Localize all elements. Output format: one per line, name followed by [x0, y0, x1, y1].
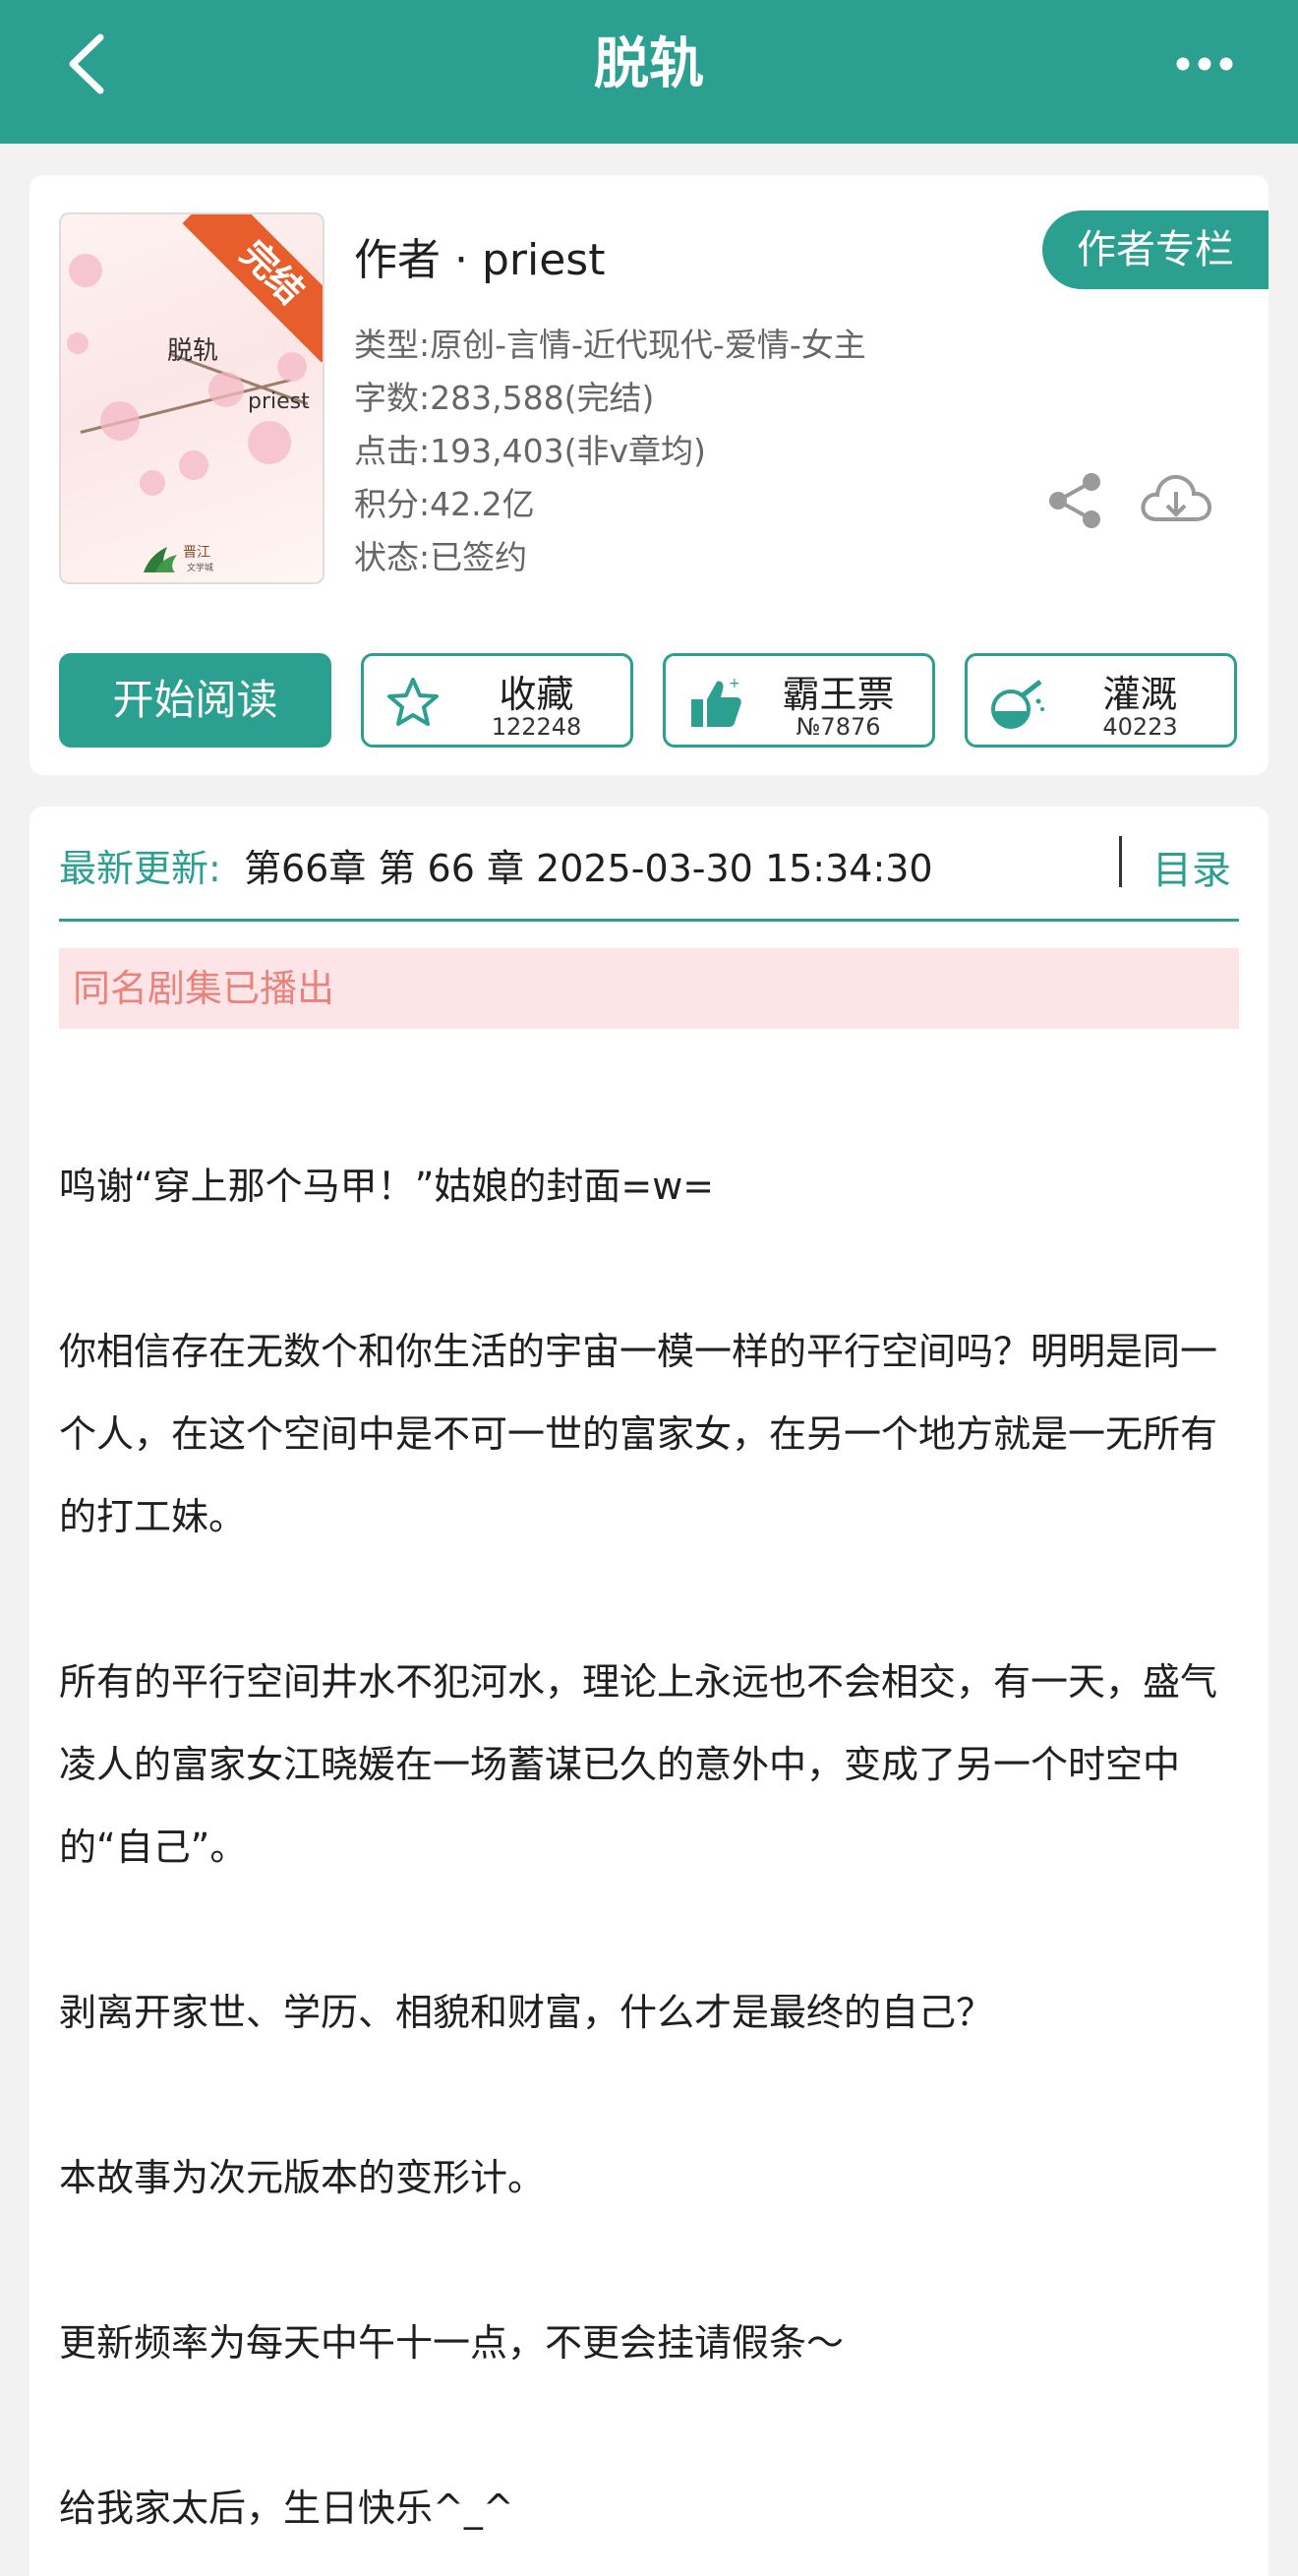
author-line[interactable]: 作者 · priest: [354, 224, 605, 287]
divider: [1119, 836, 1122, 887]
meta-genre: 类型:原创-言情-近代现代-爱情-女主: [354, 326, 866, 364]
intro-paragraph: 更新频率为每天中午十一点，不更会挂请假条～: [59, 2321, 845, 2365]
page-title: 脱轨: [594, 32, 704, 96]
table-of-contents-link[interactable]: 目录: [1152, 838, 1231, 895]
latest-chapter-link[interactable]: 第66章 第 66 章 2025-03-30 15:34:30: [244, 838, 933, 892]
thumbs-up-icon: +: [691, 676, 741, 727]
flask-icon: [991, 680, 1044, 729]
download-button[interactable]: [1137, 468, 1215, 531]
book-info-card: 完结 脱轨 priest 晋江 文学城 作者 · priest 作者专栏 类型:…: [30, 175, 1268, 775]
jjwxc-logo: 晋江 文学城: [144, 545, 213, 573]
cover-author: priest: [248, 389, 310, 414]
more-button[interactable]: [1170, 39, 1239, 89]
star-icon: [387, 678, 439, 726]
intro-card: 最新更新: 第66章 第 66 章 2025-03-30 15:34:30 目录…: [30, 807, 1268, 2576]
svg-text:文学城: 文学城: [187, 562, 213, 573]
meta-clicks: 点击:193,403(非v章均): [354, 432, 706, 470]
author-column-button[interactable]: 作者专栏: [1042, 210, 1268, 289]
cloud-download-icon: [1141, 475, 1212, 521]
notice-banner: 同名剧集已播出: [59, 948, 1239, 1029]
more-dots-icon: [1176, 57, 1233, 71]
book-cover[interactable]: 完结 脱轨 priest 晋江 文学城: [59, 212, 324, 584]
intro-paragraph: 所有的平行空间井水不犯河水，理论上永远也不会相交，有一天，盛气凌人的富家女江晓媛…: [59, 1660, 1218, 1869]
svg-text:+: +: [729, 676, 740, 691]
vote-rank: №7876: [796, 713, 881, 741]
intro-paragraph: 你相信存在无数个和你生活的宇宙一模一样的平行空间吗？明明是同一个人，在这个空间中…: [59, 1330, 1218, 1538]
intro-paragraph: 本故事为次元版本的变形计。: [59, 2156, 546, 2199]
svg-text:晋江: 晋江: [183, 545, 210, 561]
start-reading-button[interactable]: 开始阅读: [59, 653, 331, 748]
nourish-label: 灌溉: [1102, 673, 1178, 716]
favorite-count: 122248: [491, 713, 582, 741]
intro-paragraph: 剥离开家世、学历、相貌和财富，什么才是最终的自己？: [59, 1991, 994, 2034]
top-bar: 脱轨: [0, 0, 1298, 144]
share-icon: [1049, 473, 1100, 528]
meta-score: 积分:42.2亿: [354, 485, 535, 523]
divider-line: [59, 919, 1239, 922]
intro-paragraph: 给我家太后，生日快乐^_^: [59, 2486, 514, 2530]
meta-status: 状态:已签约: [354, 538, 528, 576]
nourish-button[interactable]: 灌溉 40223: [965, 653, 1237, 748]
vote-button[interactable]: + 霸王票 №7876: [663, 653, 935, 748]
nourish-count: 40223: [1102, 713, 1178, 741]
cover-title: 脱轨: [167, 336, 219, 366]
share-button[interactable]: [1044, 470, 1105, 531]
favorite-button[interactable]: 收藏 122248: [361, 653, 633, 748]
favorite-label: 收藏: [499, 673, 574, 716]
intro-paragraph: 鸣谢“穿上那个马甲！”姑娘的封面=w=: [59, 1165, 715, 1208]
latest-update-label: 最新更新:: [59, 847, 221, 890]
vote-label: 霸王票: [782, 673, 895, 716]
meta-word-count: 字数:283,588(完结): [354, 379, 655, 417]
